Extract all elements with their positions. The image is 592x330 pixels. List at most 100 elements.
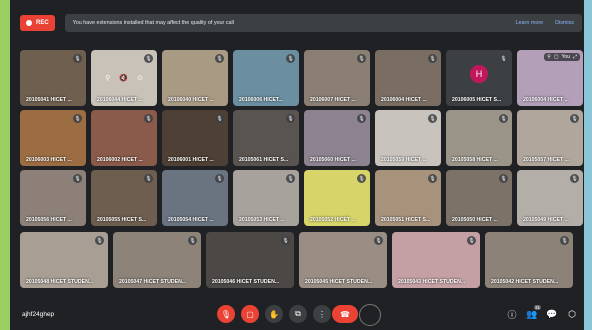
participant-name: 20105055 HICET S...	[97, 217, 147, 223]
dismiss-link[interactable]: Dismiss	[555, 20, 574, 26]
participant-tile[interactable]: 🎙 20105051 HICET S...	[375, 170, 441, 226]
participant-tile[interactable]: 🎙 20105041 HICET ...	[20, 50, 86, 106]
recording-label: REC	[36, 20, 49, 26]
more-vert-icon: ⋮	[318, 309, 326, 319]
participant-name: 20105052 HICET ...	[310, 217, 356, 223]
participant-name: 20105054 HICET ...	[168, 217, 214, 223]
participant-name: 20106006 HICET...	[239, 97, 283, 103]
mute-icon[interactable]: 🔇	[119, 74, 128, 82]
participant-name: 20105057 HICET ...	[523, 157, 569, 163]
bottom-bar: ajhf24ghep 🎙 ▢ ✋ ⧉ ⋮ ☎ ⓘ 👥 31 💬 ⬡	[12, 301, 584, 327]
participant-tile[interactable]: 🎙 20105058 HICET ...	[446, 110, 512, 166]
participant-tile[interactable]: 🎙 20105059 HICET ...	[375, 110, 441, 166]
participant-tile[interactable]: 🎙 20105048 HICET STUDEN...	[20, 232, 108, 288]
meeting-code: ajhf24ghep	[22, 310, 55, 318]
participant-tile[interactable]: 🎙 20106002 HICET ...	[91, 110, 157, 166]
participant-tile[interactable]: 🎙 20105043 HICET STUDEN...	[392, 232, 480, 288]
muted-mic-icon: 🎙	[357, 174, 366, 183]
participant-tile[interactable]: 🎙 20106003 HICET ...	[20, 110, 86, 166]
participant-tile[interactable]: 🎙 20105047 HICET STUDEN...	[113, 232, 201, 288]
participant-tile[interactable]: 🎙 20105055 HICET S...	[91, 170, 157, 226]
participant-tile[interactable]: 🎙 20106044 HICET ... ⚲ 🔇 ⊙	[91, 50, 157, 106]
raise-hand-button[interactable]: ✋	[265, 305, 283, 323]
hand-icon: ✋	[269, 309, 279, 319]
learn-more-link[interactable]: Learn more	[516, 20, 544, 26]
participant-tile[interactable]: 🎙 20105054 HICET ...	[162, 170, 228, 226]
participant-tile[interactable]: 🎙 20106006 HICET...	[233, 50, 299, 106]
participant-tile[interactable]: 🎙 20105056 HICET ...	[20, 170, 86, 226]
chat-icon: 💬	[546, 308, 558, 319]
muted-mic-icon: 🎙	[499, 174, 508, 183]
muted-mic-icon: 🎙	[95, 236, 104, 245]
participant-tile[interactable]: 🎙 20105046 HICET STUDEN...	[206, 232, 294, 288]
participant-tile[interactable]: 🎙 20105052 HICET ...	[304, 170, 370, 226]
participant-name: 20106040 HICET ...	[168, 97, 214, 103]
muted-mic-icon: 🎙	[428, 54, 437, 63]
camera-off-icon: ▢	[246, 309, 254, 319]
participant-tile[interactable]: 20106004 HICET ... ⚲ ▢ You ⤢	[517, 50, 583, 106]
participant-name: 20105042 HICET STUDEN...	[491, 279, 559, 285]
mic-icon[interactable]: ⚲	[547, 54, 551, 60]
muted-mic-icon: 🎙	[570, 114, 579, 123]
participant-name: 20106004 HICET ...	[381, 97, 427, 103]
extension-banner: REC You have extensions installed that m…	[20, 11, 582, 35]
leave-call-button[interactable]: ☎	[332, 305, 358, 323]
participant-name: 20105045 HICET STUDEN...	[305, 279, 373, 285]
participant-tile[interactable]: 🎙 20106004 HICET ...	[375, 50, 441, 106]
muted-mic-icon: 🎙	[499, 54, 508, 63]
pin-icon[interactable]: ⚲	[105, 74, 110, 82]
info-icon: ⓘ	[507, 309, 517, 320]
chat-button[interactable]: 💬	[546, 308, 558, 320]
recording-indicator: REC	[20, 15, 55, 31]
mic-toggle-button[interactable]: 🎙	[217, 305, 235, 323]
camera-toggle-button[interactable]: ▢	[241, 305, 259, 323]
muted-mic-icon: 🎙	[499, 114, 508, 123]
participant-name: 20106002 HICET ...	[97, 157, 143, 163]
present-button[interactable]: ⧉	[289, 305, 307, 323]
participant-name: 20105043 HICET STUDEN...	[398, 279, 466, 285]
participant-tile[interactable]: 🎙 20106007 HICET ...	[304, 50, 370, 106]
participant-tile[interactable]: 🎙 20106005 HICET S... H	[446, 50, 512, 106]
participant-count-badge: 31	[533, 305, 541, 310]
participant-name: 20105051 HICET S...	[381, 217, 431, 223]
participant-tile[interactable]: 🎙 20105060 HICET ...	[304, 110, 370, 166]
participant-name: 20106003 HICET ...	[26, 157, 72, 163]
meeting-info-button[interactable]: ⓘ	[506, 308, 518, 320]
participant-avatar: H	[470, 65, 488, 83]
participant-tile[interactable]: 🎙 20105042 HICET STUDEN...	[485, 232, 573, 288]
people-icon: 👥	[526, 308, 538, 319]
muted-mic-icon: 🎙	[428, 174, 437, 183]
muted-mic-icon: 🎙	[286, 114, 295, 123]
muted-mic-icon: 🎙	[215, 174, 224, 183]
muted-mic-icon: 🎙	[73, 174, 82, 183]
participant-tile[interactable]: 🎙 20106001 HICET ...	[162, 110, 228, 166]
activities-button[interactable]: ⬡	[566, 308, 578, 320]
participant-tile[interactable]: 🎙 20105057 HICET ...	[517, 110, 583, 166]
participant-tile[interactable]: 🎙 20106040 HICET ...	[162, 50, 228, 106]
participant-name: 20105059 HICET ...	[381, 157, 427, 163]
more-icon[interactable]: ⊙	[137, 74, 143, 82]
participant-tile[interactable]: 🎙 20105053 HICET ...	[233, 170, 299, 226]
tile-hover-tools: ⚲ 🔇 ⊙	[105, 74, 143, 82]
muted-mic-icon: 🎙	[215, 114, 224, 123]
cursor-highlight-circle	[359, 304, 381, 326]
participant-tile[interactable]: 🎙 20105045 HICET STUDEN...	[299, 232, 387, 288]
muted-mic-icon: 🎙	[286, 174, 295, 183]
participant-name: 20105046 HICET STUDEN...	[212, 279, 280, 285]
participant-name: 20106007 HICET ...	[310, 97, 356, 103]
muted-mic-icon: 🎙	[144, 114, 153, 123]
participant-tile[interactable]: 🎙 20105050 HICET ...	[446, 170, 512, 226]
muted-mic-icon: 🎙	[570, 174, 579, 183]
participant-tile[interactable]: 🎙 20105049 HICET ...	[517, 170, 583, 226]
muted-mic-icon: 🎙	[428, 114, 437, 123]
muted-mic-icon: 🎙	[73, 54, 82, 63]
people-button[interactable]: 👥 31	[526, 305, 541, 320]
participant-tile[interactable]: 🎙 20105061 HICET S...	[233, 110, 299, 166]
muted-mic-icon: 🎙	[144, 174, 153, 183]
expand-icon[interactable]: ⤢	[573, 54, 577, 60]
camera-icon[interactable]: ▢	[554, 54, 559, 60]
participant-name: 20106001 HICET ...	[168, 157, 214, 163]
more-options-button[interactable]: ⋮	[313, 305, 331, 323]
self-view-controls: ⚲ ▢ You ⤢	[544, 53, 580, 61]
participant-name: 20105041 HICET ...	[26, 97, 72, 103]
